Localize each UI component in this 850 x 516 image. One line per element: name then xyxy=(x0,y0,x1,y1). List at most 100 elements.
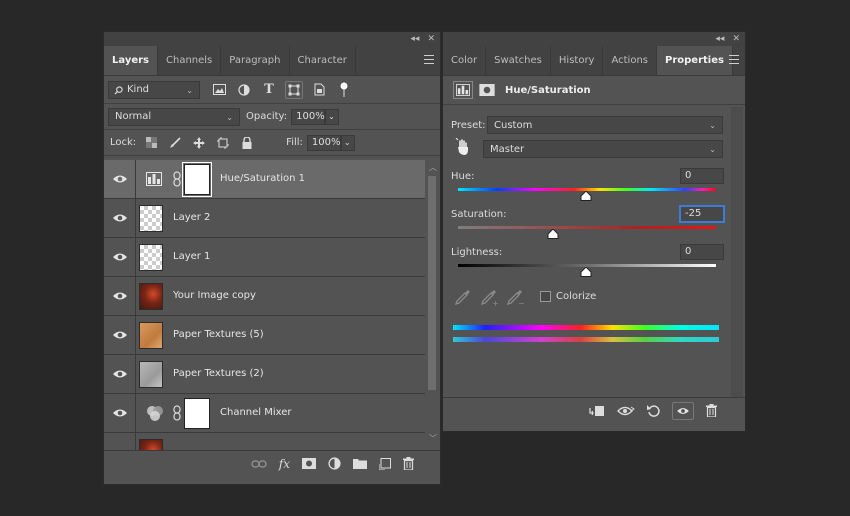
lock-transparent-pixels-icon[interactable] xyxy=(142,134,160,152)
scroll-up-icon[interactable]: ︿ xyxy=(429,162,437,173)
chevron-down-icon: ⌄ xyxy=(709,121,716,130)
clip-to-layer-icon[interactable] xyxy=(589,405,605,417)
hue-label: Hue: xyxy=(451,171,475,182)
smart-object-filter-icon[interactable] xyxy=(310,81,328,99)
layer-mask-thumbnail[interactable] xyxy=(184,398,210,429)
hue-value: 0 xyxy=(685,170,692,181)
tab-properties[interactable]: Properties xyxy=(657,46,733,75)
toggle-visibility-eye-icon[interactable] xyxy=(672,401,694,420)
panel-menu-icon[interactable] xyxy=(424,55,434,64)
preset-select[interactable]: Custom ⌄ xyxy=(487,116,723,134)
layer-row-layer-1[interactable]: Layer 1 xyxy=(104,238,425,277)
add-mask-icon[interactable] xyxy=(302,458,316,469)
collapse-icon[interactable]: ◂◂ xyxy=(715,34,724,44)
tab-swatches[interactable]: Swatches xyxy=(486,46,551,75)
new-adjustment-layer-icon[interactable] xyxy=(328,457,341,470)
opacity-input[interactable]: 100% xyxy=(291,108,326,125)
visibility-eye-icon[interactable] xyxy=(112,173,128,185)
delete-layer-trash-icon[interactable] xyxy=(403,457,414,470)
layer-row-channel-mixer[interactable]: Channel Mixer xyxy=(104,394,425,433)
blend-mode-value: Normal xyxy=(115,111,152,122)
layer-name: Layer 2 xyxy=(173,212,211,223)
reset-adjustment-icon[interactable] xyxy=(647,404,660,417)
visibility-eye-icon[interactable] xyxy=(112,251,128,263)
scroll-down-icon[interactable]: ﹀ xyxy=(429,433,437,444)
eyedropper-subtract-icon[interactable]: − xyxy=(507,289,525,307)
shape-layer-filter-icon[interactable] xyxy=(285,80,303,99)
chevron-down-icon: ⌄ xyxy=(226,112,233,122)
saturation-slider-thumb[interactable] xyxy=(547,229,559,239)
link-layers-icon[interactable] xyxy=(251,459,267,468)
close-icon[interactable]: ✕ xyxy=(732,34,740,44)
layer-row-paper-textures-5[interactable]: Paper Textures (5) xyxy=(104,316,425,355)
tab-actions[interactable]: Actions xyxy=(603,46,657,75)
fill-input[interactable]: 100% xyxy=(306,134,341,151)
layers-scrollbar-thumb[interactable] xyxy=(428,176,436,390)
filter-toggle-icon[interactable] xyxy=(335,81,353,99)
visibility-eye-icon[interactable] xyxy=(112,407,128,419)
visibility-eye-icon[interactable] xyxy=(112,329,128,341)
lock-position-icon[interactable] xyxy=(190,134,208,152)
lock-all-icon[interactable] xyxy=(238,134,256,152)
tab-color[interactable]: Color xyxy=(443,46,487,75)
channel-select[interactable]: Master ⌄ xyxy=(483,140,723,158)
layer-name: Layer 1 xyxy=(173,251,211,262)
lightness-label: Lightness: xyxy=(451,247,503,258)
targeted-adjustment-hand-icon[interactable] xyxy=(455,138,471,156)
chevron-down-icon: ⌄ xyxy=(709,145,716,154)
layer-thumbnail xyxy=(139,361,163,388)
opacity-dropdown[interactable]: ⌄ xyxy=(325,108,340,125)
colorize-checkbox[interactable] xyxy=(540,291,551,302)
layer-style-fx-button[interactable]: fx xyxy=(279,457,290,471)
lightness-input[interactable]: 0 xyxy=(680,244,724,260)
properties-tab-bar: Color Swatches History Actions Propertie… xyxy=(443,46,745,76)
layer-row-paper-textures-2[interactable]: Paper Textures (2) xyxy=(104,355,425,394)
visibility-eye-icon[interactable] xyxy=(112,290,128,302)
delete-adjustment-trash-icon[interactable] xyxy=(706,404,717,417)
eyedropper-add-icon[interactable]: + xyxy=(481,289,499,307)
saturation-input[interactable]: -25 xyxy=(680,206,724,222)
lightness-slider-thumb[interactable] xyxy=(580,267,592,277)
lock-image-pixels-icon[interactable] xyxy=(166,134,184,152)
kind-filter-select[interactable]: Kind ⌄ xyxy=(108,80,200,99)
layer-thumbnail xyxy=(139,439,163,450)
mask-settings-icon[interactable] xyxy=(479,84,495,96)
type-layer-filter-icon[interactable]: T xyxy=(260,81,278,99)
panel-menu-icon[interactable] xyxy=(729,55,739,64)
layer-row-your-image-copy[interactable]: Your Image copy xyxy=(104,277,425,316)
lock-artboard-icon[interactable] xyxy=(214,134,232,152)
saturation-slider-track[interactable] xyxy=(458,226,716,229)
hue-slider-thumb[interactable] xyxy=(580,191,592,201)
fill-dropdown[interactable]: ⌄ xyxy=(340,134,355,151)
layer-row-partial[interactable] xyxy=(104,433,425,450)
tab-paragraph[interactable]: Paragraph xyxy=(221,46,290,75)
properties-scrollbar[interactable] xyxy=(731,107,743,397)
eyedropper-icon[interactable] xyxy=(455,289,471,305)
new-group-folder-icon[interactable] xyxy=(353,458,367,469)
tab-history[interactable]: History xyxy=(551,46,604,75)
layer-thumbnail xyxy=(139,205,163,232)
source-color-range-bar xyxy=(453,325,719,330)
adjustment-layer-filter-icon[interactable] xyxy=(235,81,253,99)
view-previous-state-icon[interactable] xyxy=(617,405,635,417)
collapse-icon[interactable]: ◂◂ xyxy=(410,34,419,44)
layers-scrollbar-track[interactable]: ︿ ﹀ xyxy=(425,160,440,450)
visibility-eye-icon[interactable] xyxy=(112,212,128,224)
tab-layers[interactable]: Layers xyxy=(104,46,158,75)
pixel-layer-filter-icon[interactable] xyxy=(210,81,228,99)
close-icon[interactable]: ✕ xyxy=(427,34,435,44)
tab-character[interactable]: Character xyxy=(290,46,356,75)
fill-label: Fill: xyxy=(286,137,303,148)
hue-input[interactable]: 0 xyxy=(680,168,724,184)
layer-row-hue-saturation-1[interactable]: Hue/Saturation 1 xyxy=(104,160,425,199)
search-icon xyxy=(114,85,123,95)
layer-row-layer-2[interactable]: Layer 2 xyxy=(104,199,425,238)
visibility-eye-icon[interactable] xyxy=(112,368,128,380)
blend-mode-select[interactable]: Normal ⌄ xyxy=(108,107,240,126)
layer-mask-thumbnail[interactable] xyxy=(182,162,212,197)
new-layer-icon[interactable] xyxy=(379,457,391,470)
saturation-label: Saturation: xyxy=(451,209,507,220)
layer-thumbnail xyxy=(139,322,163,349)
adjustment-settings-icon[interactable] xyxy=(453,81,473,99)
tab-channels[interactable]: Channels xyxy=(158,46,222,75)
